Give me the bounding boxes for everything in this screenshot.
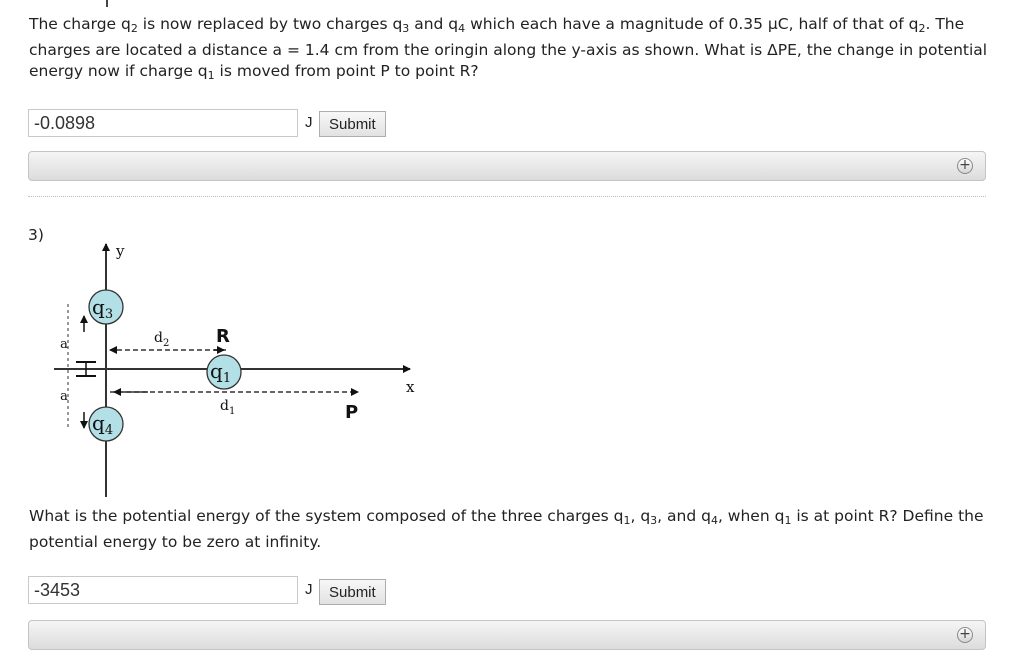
section-divider [28, 196, 986, 197]
expand-plus-icon[interactable]: + [957, 627, 973, 643]
x-axis-label: x [406, 378, 415, 396]
expand-plus-icon[interactable]: + [957, 158, 973, 174]
feedback-bar-part2[interactable]: + [28, 151, 986, 181]
a-label-top: a [60, 337, 68, 352]
point-r-label: R [216, 326, 230, 347]
answer-input-part2[interactable] [28, 109, 298, 137]
top-tick-mark [106, 0, 108, 7]
point-p-label: P [345, 402, 358, 423]
submit-button-part2[interactable]: Submit [319, 111, 386, 137]
answer-input-part3[interactable] [28, 576, 298, 604]
d1-label: d1 [220, 398, 235, 417]
unit-label-part2: J [305, 114, 313, 131]
question-part2: The charge q2 is now replaced by two cha… [29, 15, 988, 82]
y-axis-label: y [115, 242, 125, 260]
submit-button-part3[interactable]: Submit [319, 579, 386, 605]
a-label-bottom: a [60, 389, 68, 404]
unit-label-part3: J [305, 581, 313, 598]
feedback-bar-part3[interactable]: + [28, 620, 986, 650]
d2-label: d2 [154, 330, 169, 349]
charge-diagram: y x a a d2 d1 R P q3 q4 q1 [54, 242, 415, 497]
question-part3: What is the potential energy of the syst… [29, 507, 984, 551]
